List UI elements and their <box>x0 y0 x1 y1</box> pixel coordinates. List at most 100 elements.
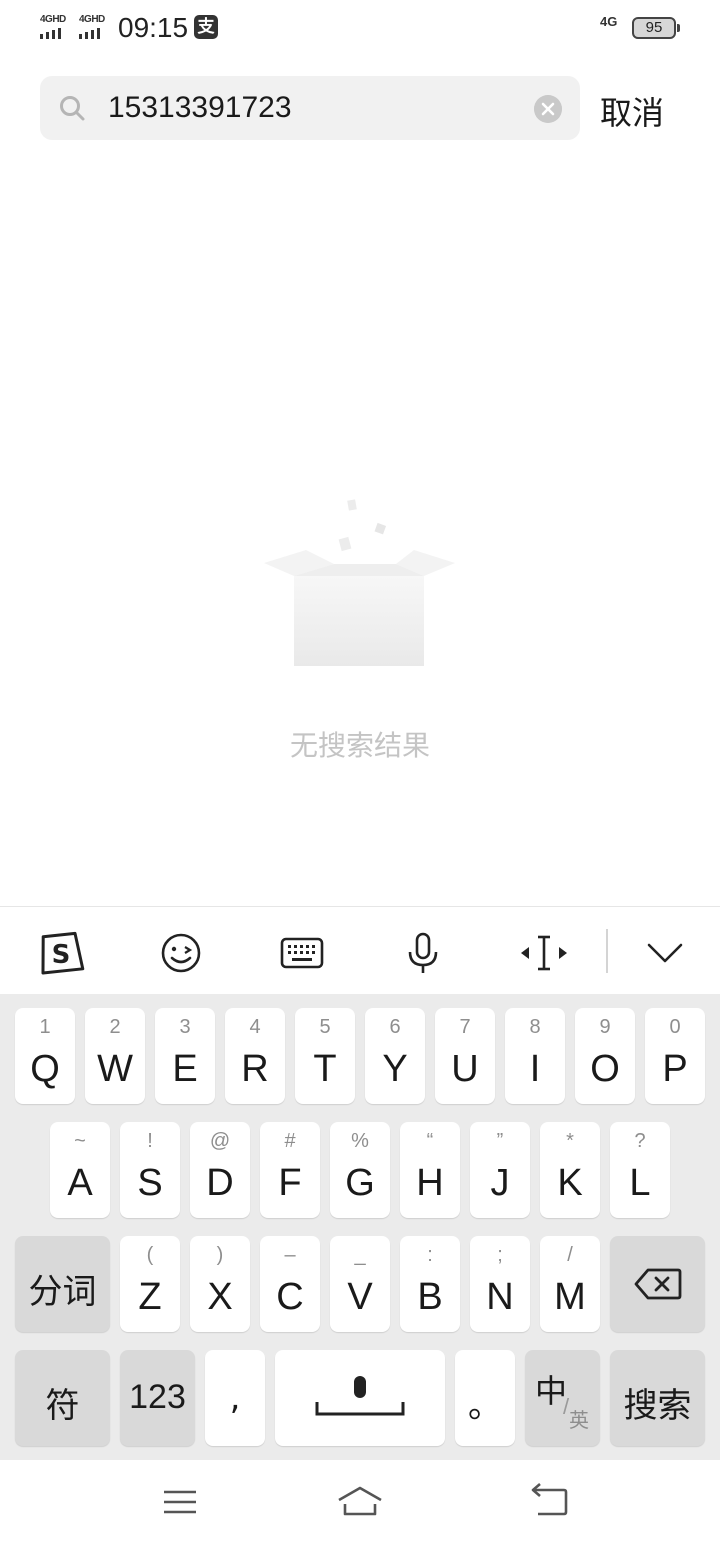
key-a[interactable]: ~ A <box>50 1122 110 1218</box>
back-icon[interactable] <box>528 1480 572 1524</box>
key-n[interactable]: ; N <box>470 1236 530 1332</box>
key-w[interactable]: 2W <box>85 1008 145 1104</box>
keyboard: 1Q2W3E4R5T6Y7U8I9O0P ~ A! S @ D # F% G “H” J * K? L … <box>0 994 720 1460</box>
search-icon <box>60 96 85 121</box>
status-bar: 4GHD 4GHD 09:15 支 4G 95 <box>0 0 720 56</box>
key-label: R <box>241 1048 269 1090</box>
keyboard-icon[interactable] <box>278 929 326 977</box>
key-y[interactable]: 6Y <box>365 1008 425 1104</box>
language-switch-key[interactable]: 中 / 英 <box>525 1350 600 1446</box>
key-m[interactable]: / M <box>540 1236 600 1332</box>
battery-icon: 95 <box>632 17 680 39</box>
key-g[interactable]: % G <box>330 1122 390 1218</box>
key-v[interactable]: _ V <box>330 1236 390 1332</box>
key-label: D <box>206 1162 234 1204</box>
key-hint: _ <box>354 1244 366 1266</box>
key-u[interactable]: 7U <box>435 1008 495 1104</box>
toolbar-divider <box>606 929 608 973</box>
signal-strength-icon: 4GHD <box>40 14 74 40</box>
key-r[interactable]: 4R <box>225 1008 285 1104</box>
key-hint: – <box>284 1244 296 1266</box>
space-key[interactable] <box>275 1350 445 1446</box>
key-hint: 6 <box>389 1016 401 1038</box>
alipay-notification-icon: 支 <box>194 15 218 39</box>
key-s[interactable]: ! S <box>120 1122 180 1218</box>
key-o[interactable]: 9O <box>575 1008 635 1104</box>
key-h[interactable]: “H <box>400 1122 460 1218</box>
key-f[interactable]: # F <box>260 1122 320 1218</box>
period-key-label: 。 <box>468 1386 502 1426</box>
collapse-keyboard-icon[interactable] <box>641 929 689 977</box>
key-hint: ” <box>496 1130 504 1152</box>
space-voice-icon <box>315 1376 405 1416</box>
key-k[interactable]: * K <box>540 1122 600 1218</box>
key-z[interactable]: (Z <box>120 1236 180 1332</box>
search-key[interactable]: 搜索 <box>610 1350 705 1446</box>
key-hint: ) <box>216 1244 224 1266</box>
key-label: X <box>207 1276 233 1318</box>
key-q[interactable]: 1Q <box>15 1008 75 1104</box>
key-hint: 4 <box>249 1016 261 1038</box>
search-key-label: 搜索 <box>623 1386 692 1426</box>
network-type-label: 4GHD <box>79 14 105 25</box>
key-hint: 0 <box>669 1016 681 1038</box>
key-label: L <box>629 1162 651 1204</box>
key-hint: 1 <box>39 1016 51 1038</box>
key-label: G <box>345 1162 375 1204</box>
key-hint: : <box>427 1244 433 1266</box>
navigation-bar <box>0 1460 720 1544</box>
key-hint: ? <box>634 1130 646 1152</box>
key-b[interactable]: :B <box>400 1236 460 1332</box>
key-hint: % <box>351 1130 369 1152</box>
key-label: E <box>172 1048 198 1090</box>
key-hint: 5 <box>319 1016 331 1038</box>
key-hint: ( <box>146 1244 154 1266</box>
key-t[interactable]: 5T <box>295 1008 355 1104</box>
key-label: S <box>137 1162 163 1204</box>
mobile-data-icon: 4G <box>600 14 618 29</box>
svg-text:S: S <box>52 940 71 970</box>
sogou-logo-icon[interactable]: S <box>37 929 85 977</box>
key-x[interactable]: ) X <box>190 1236 250 1332</box>
key-hint: ~ <box>74 1130 86 1152</box>
microphone-icon[interactable] <box>399 929 447 977</box>
key-label: T <box>313 1048 337 1090</box>
key-e[interactable]: 3E <box>155 1008 215 1104</box>
key-d[interactable]: @ D <box>190 1122 250 1218</box>
keyboard-toolbar: S <box>0 906 720 994</box>
key-label: V <box>347 1276 373 1318</box>
segment-key[interactable]: 分词 <box>15 1236 110 1332</box>
key-l[interactable]: ? L <box>610 1122 670 1218</box>
search-box[interactable] <box>40 76 580 140</box>
backspace-key[interactable] <box>610 1236 705 1332</box>
emoji-icon[interactable] <box>157 929 205 977</box>
key-c[interactable]: – C <box>260 1236 320 1332</box>
backspace-icon <box>634 1268 682 1300</box>
cancel-button[interactable]: 取消 <box>600 88 664 134</box>
comma-key-label: , <box>229 1378 241 1418</box>
key-label: Y <box>382 1048 408 1090</box>
key-p[interactable]: 0P <box>645 1008 705 1104</box>
cursor-move-icon[interactable] <box>520 929 568 977</box>
key-hint: “ <box>426 1130 434 1152</box>
key-label: H <box>416 1162 444 1204</box>
key-hint: @ <box>209 1130 231 1152</box>
key-j[interactable]: ” J <box>470 1122 530 1218</box>
key-hint: / <box>567 1244 573 1266</box>
key-label: M <box>554 1276 586 1318</box>
key-label: C <box>276 1276 304 1318</box>
period-key[interactable]: 。 <box>455 1350 515 1446</box>
symbols-key-label: 符 <box>45 1386 80 1426</box>
empty-box-illustration <box>264 499 455 666</box>
key-label: B <box>417 1276 443 1318</box>
search-input[interactable] <box>108 88 528 128</box>
numbers-key[interactable]: 123 <box>120 1350 195 1446</box>
key-hint: 2 <box>109 1016 121 1038</box>
comma-key[interactable]: , <box>205 1350 265 1446</box>
lang-en-label: 英 <box>569 1408 589 1432</box>
menu-icon[interactable] <box>158 1480 202 1524</box>
symbols-key[interactable]: 符 <box>15 1350 110 1446</box>
key-i[interactable]: 8I <box>505 1008 565 1104</box>
home-icon[interactable] <box>336 1480 384 1524</box>
clear-search-icon[interactable] <box>534 95 562 123</box>
